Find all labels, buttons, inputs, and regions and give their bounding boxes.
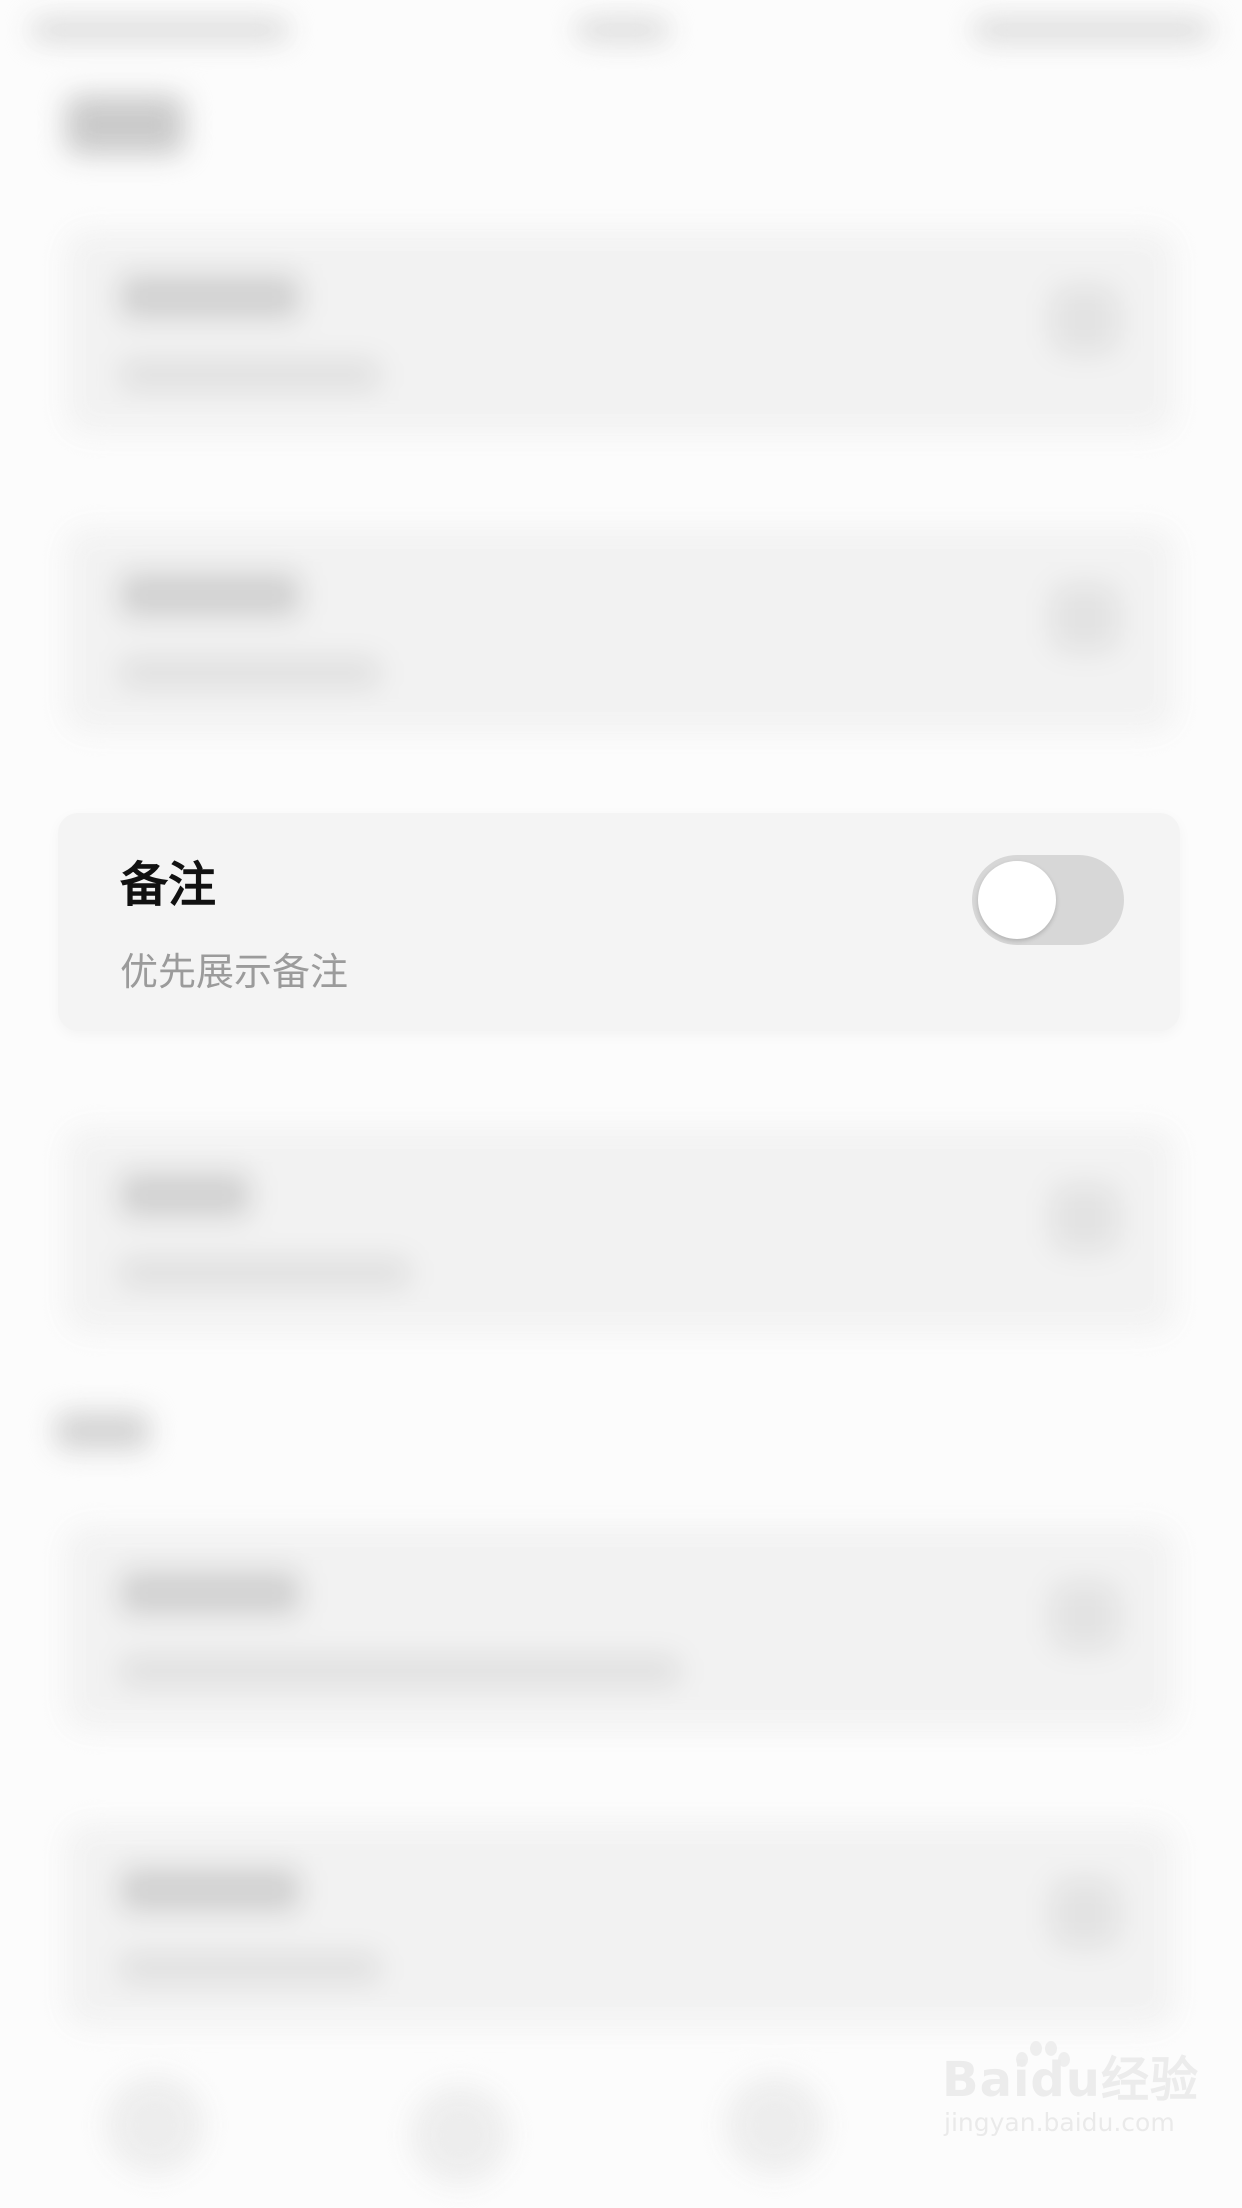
status-bar bbox=[0, 0, 1242, 70]
blurred-chevron-icon bbox=[1050, 1183, 1120, 1253]
blurred-subtitle bbox=[120, 1656, 680, 1686]
remark-setting-card: 备注 优先展示备注 bbox=[58, 813, 1180, 1031]
blurred-subtitle bbox=[120, 1258, 410, 1288]
blurred-chevron-icon bbox=[1050, 583, 1120, 653]
status-right-blur bbox=[972, 18, 1212, 42]
blurred-setting-card bbox=[65, 528, 1175, 733]
blurred-title bbox=[120, 275, 300, 319]
blurred-subtitle bbox=[120, 1953, 380, 1983]
blurred-chevron-icon bbox=[1050, 1581, 1120, 1651]
blurred-tab-icon bbox=[105, 2075, 205, 2175]
blurred-setting-card bbox=[65, 1823, 1175, 2028]
blurred-section-header bbox=[55, 1412, 150, 1450]
blurred-setting-card bbox=[65, 1128, 1175, 1333]
blurred-title bbox=[120, 1173, 250, 1217]
settings-screen: 备注 优先展示备注 Baidu经验 jingyan.baidu.com bbox=[0, 0, 1242, 2208]
blurred-setting-card bbox=[65, 230, 1175, 435]
back-button-blur bbox=[65, 95, 185, 155]
status-center-blur bbox=[575, 18, 670, 42]
blurred-background bbox=[0, 0, 1242, 2208]
blurred-tab-icon bbox=[725, 2075, 825, 2175]
toggle-knob[interactable] bbox=[978, 861, 1056, 939]
remark-toggle[interactable] bbox=[972, 855, 1124, 945]
status-left-blur bbox=[30, 18, 290, 42]
blurred-title bbox=[120, 1868, 300, 1912]
blurred-chevron-icon bbox=[1050, 1878, 1120, 1948]
remark-setting-subtitle: 优先展示备注 bbox=[120, 950, 349, 994]
blurred-chevron-icon bbox=[1050, 285, 1120, 355]
blurred-title bbox=[120, 573, 300, 617]
remark-setting-title: 备注 bbox=[120, 857, 217, 913]
blurred-subtitle bbox=[120, 360, 380, 390]
blurred-tab-icon bbox=[410, 2085, 510, 2185]
blurred-setting-card bbox=[65, 1526, 1175, 1731]
blurred-title bbox=[120, 1571, 300, 1615]
blurred-subtitle bbox=[120, 658, 380, 688]
